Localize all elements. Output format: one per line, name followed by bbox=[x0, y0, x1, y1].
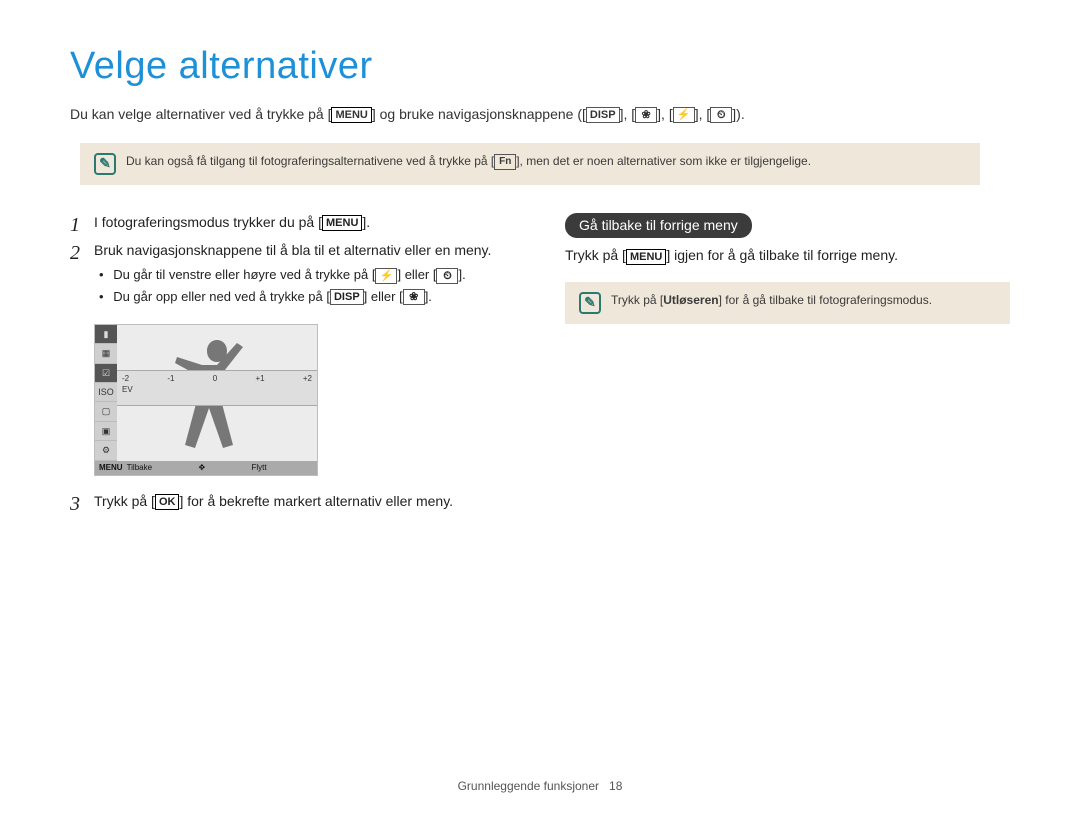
right-column: Gå tilbake til forrige meny Trykk på [ME… bbox=[565, 213, 1010, 324]
ev-tick: -1 bbox=[167, 373, 174, 384]
ev-tick: +2 bbox=[303, 373, 312, 384]
ev-tick: -2 bbox=[122, 373, 129, 384]
footer-text: Grunnleggende funksjoner bbox=[458, 779, 599, 793]
step-number: 3 bbox=[70, 494, 84, 514]
sidebar-icon: ▮ bbox=[95, 325, 117, 344]
step-body: Bruk navigasjonsknappene til å bla til e… bbox=[94, 241, 515, 318]
page-number: 18 bbox=[609, 779, 622, 793]
sidebar-icon: ▦ bbox=[95, 344, 117, 363]
intro-text: Du kan velge alternativer ved å trykke p… bbox=[70, 106, 331, 122]
move-label: Flytt bbox=[252, 462, 267, 473]
step-number: 1 bbox=[70, 215, 84, 235]
menu-button-chip: MENU bbox=[322, 215, 362, 231]
ev-scale-bar: -2 -1 0 +1 +2 EV bbox=[117, 370, 317, 406]
intro-paragraph: Du kan velge alternativer ved å trykke p… bbox=[70, 105, 1010, 125]
menu-button-chip: MENU bbox=[331, 107, 371, 123]
two-column-layout: 1 I fotograferingsmodus trykker du på [M… bbox=[70, 213, 1010, 520]
sidebar-icon: ☑ bbox=[95, 364, 117, 383]
menu-button-chip: MENU bbox=[99, 462, 123, 473]
timer-icon: ⏲ bbox=[436, 268, 458, 284]
intro-text: ], [ bbox=[695, 106, 711, 122]
disp-button-chip: DISP bbox=[586, 107, 620, 123]
bullet-item: Du går opp eller ned ved å trykke på [DI… bbox=[99, 288, 515, 306]
camera-screen-mockup: ▮ ▦ ☑ ISO ▢ ▣ ⚙ -2 -1 bbox=[94, 324, 318, 476]
step-body: Trykk på [OK] for å bekrefte markert alt… bbox=[94, 492, 515, 512]
bullet-item: Du går til venstre eller høyre ved å try… bbox=[99, 266, 515, 284]
manual-page: Velge alternativer Du kan velge alternat… bbox=[0, 0, 1080, 520]
ev-tick: +1 bbox=[255, 373, 264, 384]
move-icon: ✥ bbox=[198, 462, 205, 473]
step-3: 3 Trykk på [OK] for å bekrefte markert a… bbox=[70, 492, 515, 514]
right-paragraph: Trykk på [MENU] igjen for å gå tilbake t… bbox=[565, 246, 1010, 266]
intro-text: ] og bruke navigasjonsknappene ([ bbox=[372, 106, 586, 122]
timer-icon: ⏲ bbox=[710, 107, 732, 123]
page-footer: Grunnleggende funksjoner 18 bbox=[0, 778, 1080, 795]
sidebar-icon: ⚙ bbox=[95, 441, 117, 460]
note-text: Trykk på [Utløseren] for å gå tilbake ti… bbox=[611, 292, 932, 309]
screen-sidebar: ▮ ▦ ☑ ISO ▢ ▣ ⚙ bbox=[95, 325, 117, 461]
ev-label: EV bbox=[122, 384, 312, 395]
note-box: ✎ Trykk på [Utløseren] for å gå tilbake … bbox=[565, 282, 1010, 324]
ev-scale: -2 -1 0 +1 +2 bbox=[122, 373, 312, 384]
sidebar-icon: ISO bbox=[95, 383, 117, 402]
flash-icon: ⚡ bbox=[673, 107, 695, 123]
shutter-label: Utløseren bbox=[663, 293, 718, 307]
macro-icon: ❀ bbox=[403, 289, 425, 305]
section-heading-pill: Gå tilbake til forrige meny bbox=[565, 213, 752, 239]
step-1: 1 I fotograferingsmodus trykker du på [M… bbox=[70, 213, 515, 235]
disp-button-chip: DISP bbox=[330, 289, 364, 305]
note-text: Du kan også få tilgang til fotografering… bbox=[126, 153, 811, 170]
ev-tick: 0 bbox=[213, 373, 217, 384]
flash-icon: ⚡ bbox=[375, 268, 397, 284]
step-2: 2 Bruk navigasjonsknappene til å bla til… bbox=[70, 241, 515, 318]
macro-icon: ❀ bbox=[635, 107, 657, 123]
sub-bullet-list: Du går til venstre eller høyre ved å try… bbox=[94, 266, 515, 305]
screen-bottom-bar: MENU Tilbake ✥ Flytt bbox=[95, 461, 317, 475]
left-column: 1 I fotograferingsmodus trykker du på [M… bbox=[70, 213, 515, 520]
intro-text: ], [ bbox=[657, 106, 673, 122]
back-label: Tilbake bbox=[127, 462, 153, 473]
sidebar-icon: ▢ bbox=[95, 402, 117, 421]
fn-button-chip: Fn bbox=[494, 154, 516, 170]
page-title: Velge alternativer bbox=[70, 40, 1010, 93]
intro-text: ], [ bbox=[620, 106, 636, 122]
step-body: I fotograferingsmodus trykker du på [MEN… bbox=[94, 213, 515, 233]
note-icon: ✎ bbox=[94, 153, 116, 175]
menu-button-chip: MENU bbox=[626, 249, 666, 265]
intro-text: ]). bbox=[732, 106, 744, 122]
ok-button-chip: OK bbox=[155, 494, 180, 510]
note-box: ✎ Du kan også få tilgang til fotograferi… bbox=[80, 143, 980, 185]
note-icon: ✎ bbox=[579, 292, 601, 314]
step-number: 2 bbox=[70, 243, 84, 263]
sidebar-icon: ▣ bbox=[95, 422, 117, 441]
